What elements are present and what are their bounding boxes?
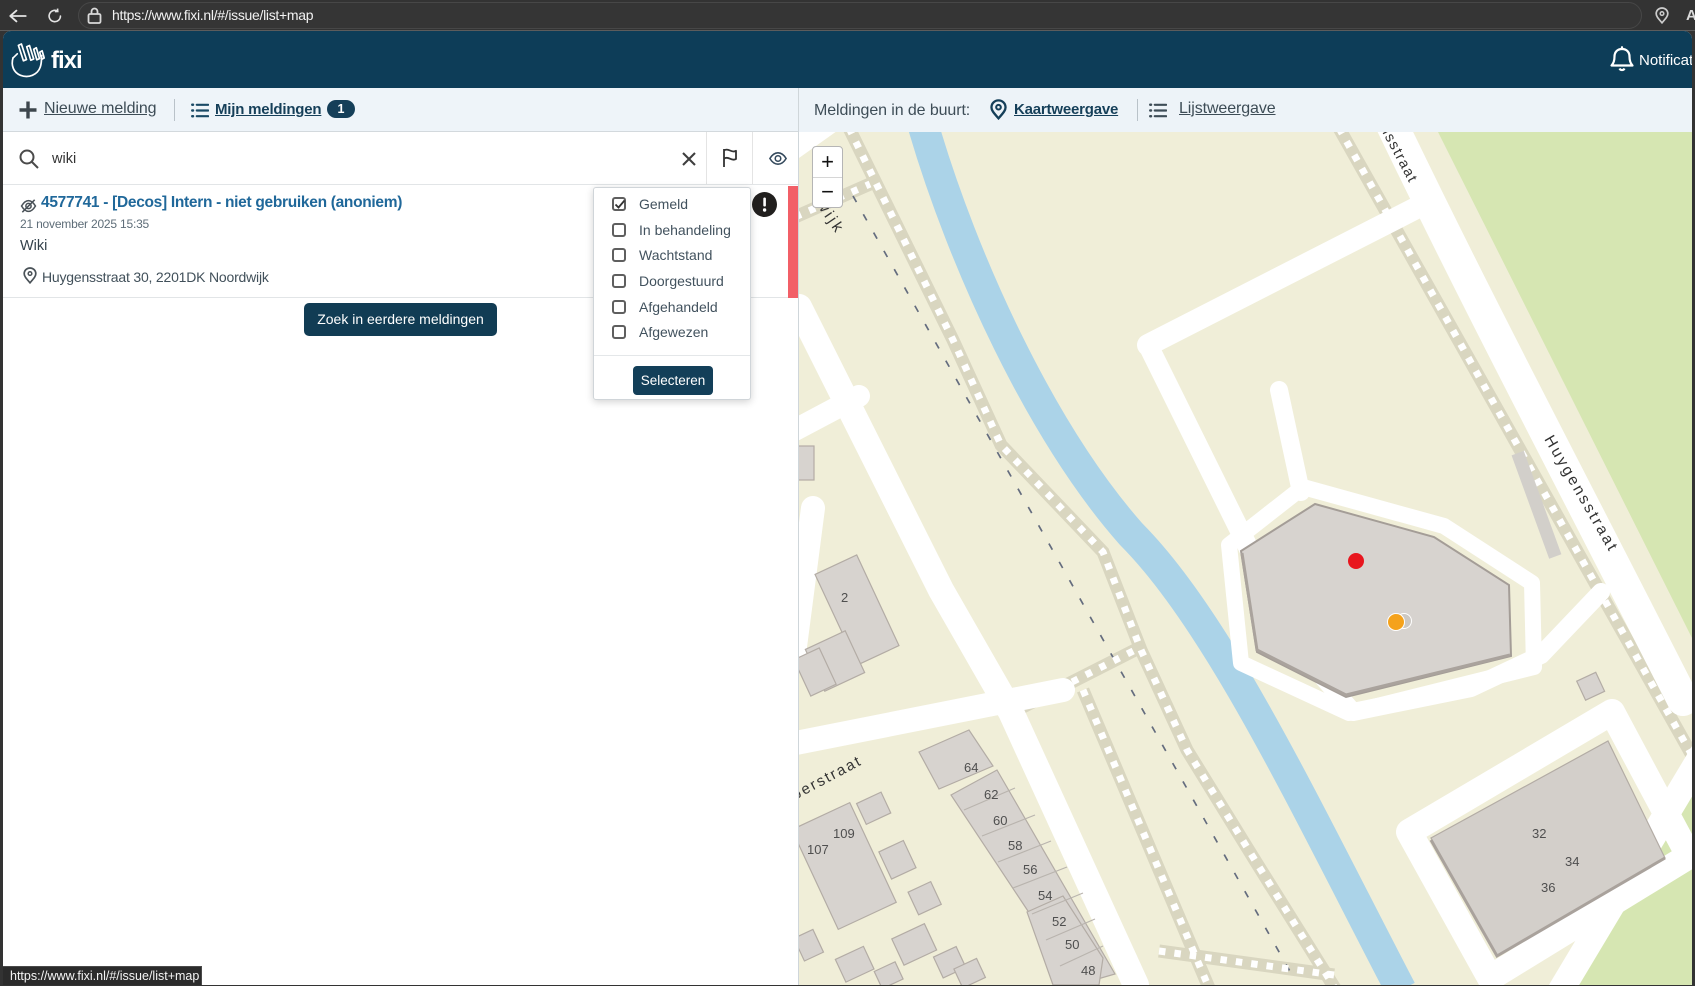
svg-text:48: 48	[1081, 963, 1095, 978]
svg-text:36: 36	[1541, 880, 1555, 895]
svg-text:34: 34	[1565, 854, 1579, 869]
svg-text:2: 2	[841, 590, 848, 605]
svg-text:62: 62	[984, 787, 998, 802]
svg-text:32: 32	[1532, 826, 1546, 841]
svg-text:109: 109	[833, 826, 855, 841]
svg-text:56: 56	[1023, 862, 1037, 877]
svg-text:58: 58	[1008, 838, 1022, 853]
svg-text:54: 54	[1038, 888, 1052, 903]
svg-text:52: 52	[1052, 914, 1066, 929]
svg-text:64: 64	[964, 760, 978, 775]
svg-text:50: 50	[1065, 937, 1079, 952]
svg-text:107: 107	[807, 842, 829, 857]
svg-text:60: 60	[993, 813, 1007, 828]
